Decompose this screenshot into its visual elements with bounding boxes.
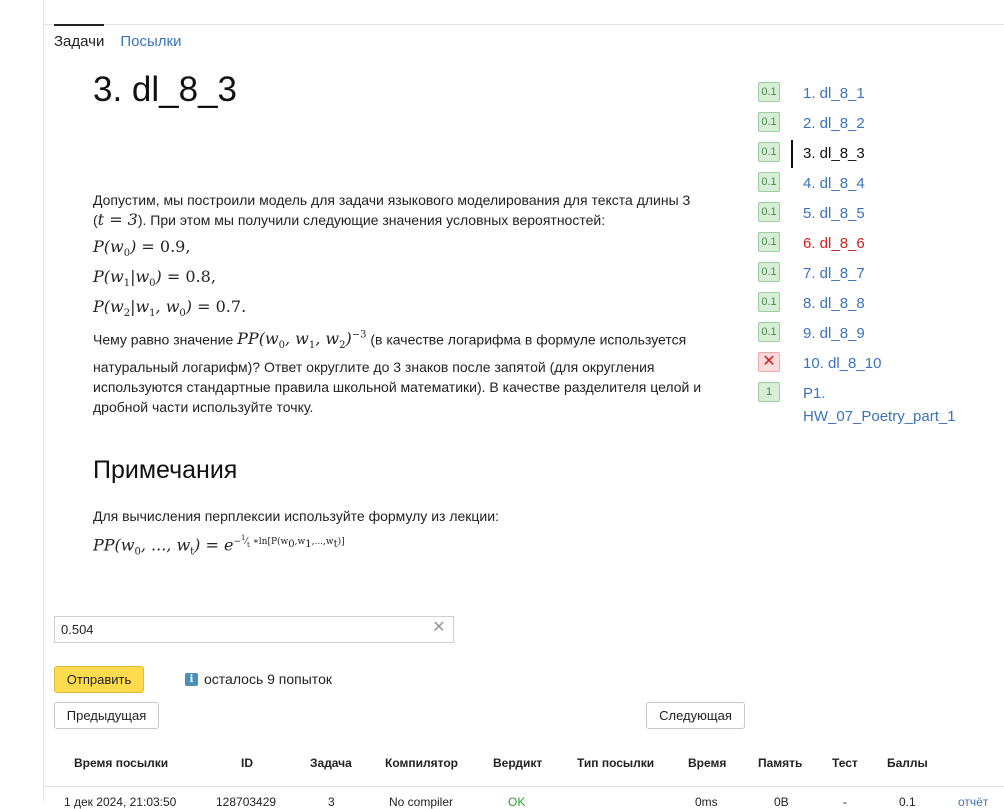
score-badge: 0.1 xyxy=(758,82,780,102)
score-badge: 0.1 xyxy=(758,262,780,282)
column-header-duration: Время xyxy=(688,756,727,770)
answer-input[interactable] xyxy=(54,616,454,643)
statement-intro-end: ). При этом мы получили следующие значен… xyxy=(137,212,606,228)
page-left-border xyxy=(43,0,44,801)
statement-intro: Допустим, мы построили модель для задачи… xyxy=(93,190,705,230)
cell-compiler: No compiler xyxy=(389,795,454,809)
task-link[interactable]: P1. HW_07_Poetry_part_1 xyxy=(803,382,956,428)
question: Чему равно значение PP(w0, w1, w2)−3 (в … xyxy=(93,326,705,417)
column-header-time: Время посылки xyxy=(74,756,169,770)
table-row[interactable]: 1 дек 2024, 21:03:50 128703429 3 No comp… xyxy=(44,787,1004,809)
rejected-icon: ✕ xyxy=(758,352,780,372)
task-item-7[interactable]: 0.1 7. dl_8_7 xyxy=(758,260,1004,290)
task-list: 0.1 1. dl_8_1 0.1 2. dl_8_2 0.1 3. dl_8_… xyxy=(758,80,1004,434)
info-icon: i xyxy=(185,672,198,686)
task-item-8[interactable]: 0.1 8. dl_8_8 xyxy=(758,290,1004,320)
next-button[interactable]: Следующая xyxy=(646,702,745,729)
attempts-info: i осталось 9 попыток xyxy=(185,671,332,687)
task-link[interactable]: 3. dl_8_3 xyxy=(803,142,865,165)
task-link[interactable]: 9. dl_8_9 xyxy=(803,322,865,345)
task-link[interactable]: 7. dl_8_7 xyxy=(803,262,865,285)
formula-p-w2-given-w1-w0: P(w2|w1, w0) = 0.7. xyxy=(93,297,247,320)
column-header-test: Тест xyxy=(832,756,858,770)
report-link[interactable]: отчёт xyxy=(958,795,988,809)
task-link[interactable]: 5. dl_8_5 xyxy=(803,202,865,225)
submit-button[interactable]: Отправить xyxy=(54,666,144,693)
column-header-score: Баллы xyxy=(887,756,928,770)
submissions-table-header: Время посылки ID Задача Компилятор Верди… xyxy=(44,748,1004,787)
question-start: Чему равно значение xyxy=(93,331,238,348)
perplexity-formula: PP(w0, ..., wt) = e−1⁄t ∗ln[P(w0,w1,...,… xyxy=(93,534,345,558)
task-link[interactable]: 4. dl_8_4 xyxy=(803,172,865,195)
task-item-9[interactable]: 0.1 9. dl_8_9 xyxy=(758,320,1004,350)
cell-memory: 0B xyxy=(774,795,789,809)
score-badge: 0.1 xyxy=(758,232,780,252)
task-item-6[interactable]: 0.1 6. dl_8_6 xyxy=(758,230,1004,260)
formula-p-w1-given-w0: P(w1|w0) = 0.8, xyxy=(93,267,216,290)
formula-p-w0: P(w0) = 0.9, xyxy=(93,237,191,260)
column-header-id: ID xyxy=(241,756,253,770)
question-math: PP(w0, w1, w2)−3 xyxy=(237,329,367,352)
task-item-1[interactable]: 0.1 1. dl_8_1 xyxy=(758,80,1004,110)
score-badge: 0.1 xyxy=(758,172,780,192)
task-link-line1: P1. xyxy=(803,385,826,402)
current-task-marker xyxy=(791,140,793,168)
notes-text: Для вычисления перплексии используйте фо… xyxy=(93,508,499,524)
cell-id: 128703429 xyxy=(216,795,277,809)
problem-title: 3. dl_8_3 xyxy=(93,70,238,109)
task-item-10[interactable]: ✕ 10. dl_8_10 xyxy=(758,350,1004,380)
column-header-compiler: Компилятор xyxy=(385,756,459,770)
task-item-p1[interactable]: 1 P1. HW_07_Poetry_part_1 xyxy=(758,380,1004,434)
tab-submissions[interactable]: Посылки xyxy=(120,24,181,54)
score-badge: 0.1 xyxy=(758,322,780,342)
task-link[interactable]: 10. dl_8_10 xyxy=(803,352,881,375)
column-header-task: Задача xyxy=(310,756,352,770)
task-item-3-current[interactable]: 0.1 3. dl_8_3 xyxy=(758,140,1004,170)
column-header-verdict: Вердикт xyxy=(493,756,543,770)
problem-statement: Допустим, мы построили модель для задачи… xyxy=(93,190,705,423)
task-item-4[interactable]: 0.1 4. dl_8_4 xyxy=(758,170,1004,200)
score-badge: 1 xyxy=(758,382,780,402)
cell-test: - xyxy=(843,795,847,809)
tabs-bar: Задачи Посылки xyxy=(54,24,197,54)
cell-verdict: OK xyxy=(508,795,526,809)
statement-intro-math: t = 3 xyxy=(97,210,138,229)
cell-task: 3 xyxy=(328,795,335,809)
task-link[interactable]: 1. dl_8_1 xyxy=(803,82,865,105)
task-link-line2: HW_07_Poetry_part_1 xyxy=(803,408,956,425)
score-badge: 0.1 xyxy=(758,142,780,162)
tab-tasks[interactable]: Задачи xyxy=(54,24,105,54)
previous-button[interactable]: Предыдущая xyxy=(54,702,159,729)
score-badge: 0.1 xyxy=(758,202,780,222)
task-link[interactable]: 8. dl_8_8 xyxy=(803,292,865,315)
task-item-5[interactable]: 0.1 5. dl_8_5 xyxy=(758,200,1004,230)
clear-icon[interactable]: ✕ xyxy=(431,620,447,636)
cell-duration: 0ms xyxy=(695,795,718,809)
task-link[interactable]: 2. dl_8_2 xyxy=(803,112,865,135)
score-badge: 0.1 xyxy=(758,292,780,312)
attempts-left-text: осталось 9 попыток xyxy=(204,671,332,687)
notes-title: Примечания xyxy=(93,456,238,484)
cell-score: 0.1 xyxy=(899,795,916,809)
task-item-2[interactable]: 0.1 2. dl_8_2 xyxy=(758,110,1004,140)
cell-time: 1 дек 2024, 21:03:50 xyxy=(64,795,177,809)
task-link[interactable]: 6. dl_8_6 xyxy=(803,232,865,255)
score-badge: 0.1 xyxy=(758,112,780,132)
column-header-memory: Память xyxy=(758,756,803,770)
column-header-type: Тип посылки xyxy=(577,756,655,770)
